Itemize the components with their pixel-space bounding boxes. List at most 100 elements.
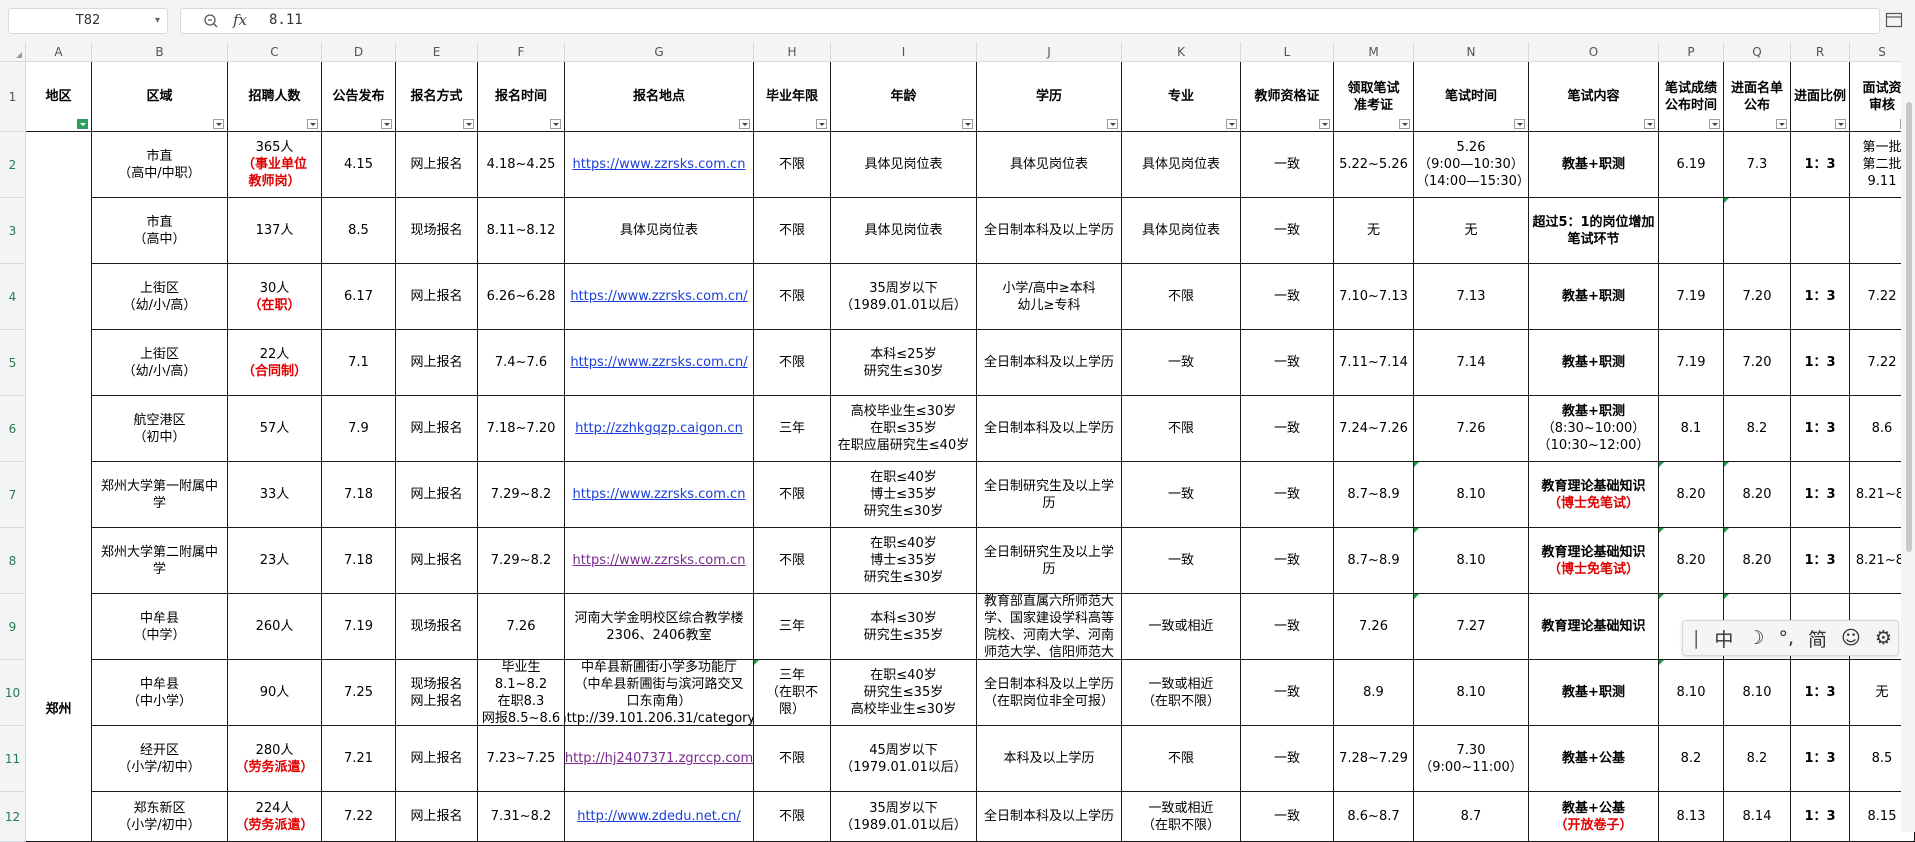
data-cell[interactable]: 教基+公基 xyxy=(1529,726,1659,792)
data-cell[interactable]: 280人 （劳务派遣） xyxy=(228,726,322,792)
data-cell[interactable]: 不限 xyxy=(754,528,831,594)
data-cell[interactable]: 6.19 xyxy=(1659,132,1724,198)
data-cell[interactable]: 教育部直属六所师范大 学、国家建设学科高等 院校、河南大学、河南 师范大学、信阳师范大 xyxy=(977,594,1122,660)
data-cell[interactable]: 三年 （在职不 限） xyxy=(754,660,831,726)
data-cell[interactable]: 7.31~8.2 xyxy=(478,792,565,842)
name-box[interactable]: T82 ▾ xyxy=(8,8,168,34)
header-cell[interactable]: 报名地点 xyxy=(565,62,754,132)
column-header-o[interactable]: O xyxy=(1529,42,1659,62)
column-header-c[interactable]: C xyxy=(228,42,322,62)
data-cell[interactable]: 7.20 xyxy=(1724,264,1791,330)
data-cell[interactable]: 教育理论基础知识 xyxy=(1529,594,1659,660)
data-cell[interactable]: https://www.zzrsks.com.cn xyxy=(565,132,754,198)
row-header[interactable]: 5 xyxy=(0,330,26,396)
data-cell[interactable]: 8.6~8.7 xyxy=(1334,792,1414,842)
data-cell[interactable]: 45周岁以下 （1979.01.01以后） xyxy=(831,726,977,792)
data-cell[interactable]: 不限 xyxy=(1122,726,1241,792)
formula-input[interactable]: fx 8.11 xyxy=(180,8,1880,34)
data-cell[interactable]: 全日制本科及以上学历 xyxy=(977,792,1122,842)
data-cell[interactable]: 224人 （劳务派遣） xyxy=(228,792,322,842)
data-cell[interactable]: 7.26 xyxy=(1414,396,1529,462)
header-cell[interactable]: 领取笔试 准考证 xyxy=(1334,62,1414,132)
data-cell[interactable]: 本科≤30岁 研究生≤35岁 xyxy=(831,594,977,660)
filter-dropdown-icon[interactable] xyxy=(213,119,224,129)
data-cell[interactable]: 6.26~6.28 xyxy=(478,264,565,330)
data-cell[interactable]: 中牟县新圃街小学多功能厅 （中牟县新圃街与滨河路交叉 口东南角） http://39.… xyxy=(565,660,754,726)
data-cell[interactable]: 1：3 xyxy=(1791,726,1850,792)
zoom-icon[interactable] xyxy=(203,13,219,29)
row-header[interactable]: 4 xyxy=(0,264,26,330)
data-cell[interactable]: 具体见岗位表 xyxy=(565,198,754,264)
filter-dropdown-icon[interactable] xyxy=(1226,119,1237,129)
data-cell[interactable]: http://zzhkgqzp.caigon.cn xyxy=(565,396,754,462)
column-header-g[interactable]: G xyxy=(565,42,754,62)
data-cell[interactable]: 4.15 xyxy=(322,132,396,198)
row-header[interactable]: 6 xyxy=(0,396,26,462)
data-cell[interactable]: 教基+职测 xyxy=(1529,264,1659,330)
data-cell[interactable]: 8.7 xyxy=(1414,792,1529,842)
filter-dropdown-icon[interactable] xyxy=(1644,119,1655,129)
data-cell[interactable]: 8.10 xyxy=(1414,462,1529,528)
filter-dropdown-icon[interactable] xyxy=(739,119,750,129)
data-cell[interactable]: 137人 xyxy=(228,198,322,264)
data-cell[interactable]: 1：3 xyxy=(1791,792,1850,842)
data-cell[interactable]: 全日制本科及以上学历 xyxy=(977,330,1122,396)
scrollbar-thumb[interactable] xyxy=(1906,102,1912,552)
data-cell[interactable]: 现场报名 网上报名 xyxy=(396,660,478,726)
data-cell[interactable]: 无 xyxy=(1334,198,1414,264)
data-cell[interactable]: 河南大学金明校区综合教学楼 2306、2406教室 xyxy=(565,594,754,660)
data-cell[interactable]: 一致 xyxy=(1241,330,1334,396)
data-cell[interactable]: 22人 （合同制） xyxy=(228,330,322,396)
data-cell[interactable]: 8.7~8.9 xyxy=(1334,462,1414,528)
column-header-i[interactable]: I xyxy=(831,42,977,62)
data-cell[interactable]: 7.10~7.13 xyxy=(1334,264,1414,330)
data-cell[interactable]: 7.19 xyxy=(1659,330,1724,396)
data-cell[interactable]: 8.20 xyxy=(1659,528,1724,594)
data-cell[interactable]: 6.17 xyxy=(322,264,396,330)
data-cell[interactable]: 一致 xyxy=(1241,792,1334,842)
data-cell[interactable]: 8.13 xyxy=(1659,792,1724,842)
header-cell[interactable]: 地区 xyxy=(26,62,92,132)
header-cell[interactable]: 笔试内容 xyxy=(1529,62,1659,132)
data-cell[interactable]: 三年 xyxy=(754,594,831,660)
filter-dropdown-icon[interactable] xyxy=(307,119,318,129)
data-cell[interactable]: 7.19 xyxy=(1659,264,1724,330)
header-cell[interactable]: 毕业年限 xyxy=(754,62,831,132)
header-cell[interactable]: 笔试时间 xyxy=(1414,62,1529,132)
data-cell[interactable]: 现场报名 xyxy=(396,594,478,660)
spreadsheet-grid[interactable]: A B C D E F G H I J K L M N O P Q R S 1 2 3 4 5 6 7 8 9 10 11 12 地区 区域 招聘… xyxy=(0,42,1915,842)
header-cell[interactable]: 公告发布 xyxy=(322,62,396,132)
header-cell[interactable]: 专业 xyxy=(1122,62,1241,132)
data-cell[interactable]: 7.26 xyxy=(1334,594,1414,660)
data-cell[interactable]: 全日制研究生及以上学历 xyxy=(977,462,1122,528)
data-cell[interactable]: 全日制研究生及以上学历 xyxy=(977,528,1122,594)
data-cell[interactable]: http://hj2407371.zgrccp.com xyxy=(565,726,754,792)
data-cell[interactable]: 7.27 xyxy=(1414,594,1529,660)
filter-dropdown-icon[interactable] xyxy=(1399,119,1410,129)
data-cell[interactable]: 35周岁以下 （1989.01.01以后） xyxy=(831,264,977,330)
data-cell[interactable]: 8.14 xyxy=(1724,792,1791,842)
data-cell[interactable]: 网上报名 xyxy=(396,528,478,594)
data-cell[interactable]: 30人 （在职） xyxy=(228,264,322,330)
data-cell[interactable]: 一致 xyxy=(1122,330,1241,396)
data-cell[interactable]: 8.20 xyxy=(1724,528,1791,594)
data-cell[interactable]: 本科≤25岁 研究生≤30岁 xyxy=(831,330,977,396)
data-cell[interactable]: 不限 xyxy=(1122,264,1241,330)
data-cell[interactable]: 8.10 xyxy=(1724,660,1791,726)
data-cell[interactable]: 教育理论基础知识 （博士免笔试） xyxy=(1529,462,1659,528)
filter-dropdown-icon[interactable] xyxy=(1776,119,1787,129)
data-cell[interactable]: 8.9 xyxy=(1334,660,1414,726)
data-cell[interactable]: 1：3 xyxy=(1791,330,1850,396)
data-cell[interactable]: 7.29~8.2 xyxy=(478,528,565,594)
header-cell[interactable]: 进面名单 公布 xyxy=(1724,62,1791,132)
vertical-scrollbar[interactable] xyxy=(1901,42,1915,832)
data-cell[interactable]: 23人 xyxy=(228,528,322,594)
data-cell[interactable]: 1：3 xyxy=(1791,660,1850,726)
data-cell[interactable]: 8.10 xyxy=(1414,528,1529,594)
data-cell[interactable]: 8.2 xyxy=(1659,726,1724,792)
data-cell[interactable]: 上街区 （幼/小/高） xyxy=(92,264,228,330)
data-cell[interactable]: 郑州大学第一附属中学 xyxy=(92,462,228,528)
data-cell[interactable]: 一致 xyxy=(1241,132,1334,198)
filter-dropdown-icon[interactable] xyxy=(1107,119,1118,129)
filter-dropdown-icon[interactable] xyxy=(381,119,392,129)
